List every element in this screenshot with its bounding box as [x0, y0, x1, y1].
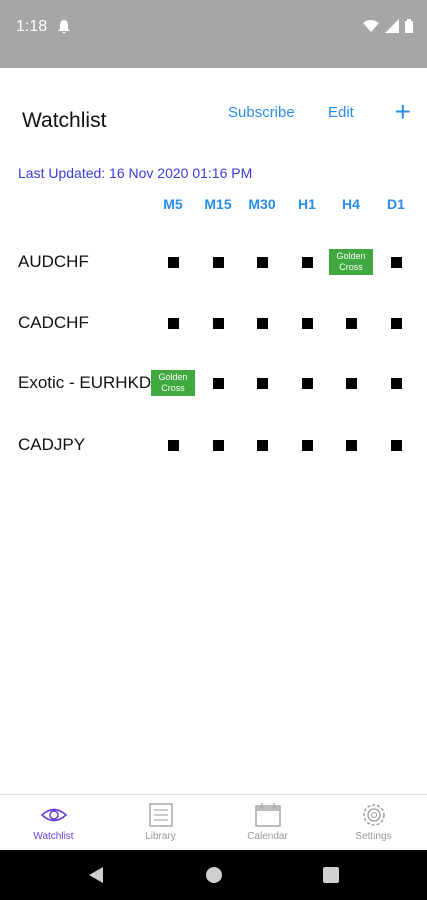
square-marker-icon	[390, 439, 402, 451]
signal-square	[285, 370, 329, 396]
signal-square	[285, 310, 329, 336]
signal-square	[240, 432, 284, 458]
bottom-tab-bar: Watchlist Library Calendar Settings	[0, 794, 427, 851]
app-header: Watchlist Subscribe Edit +	[0, 68, 427, 156]
signal-square	[329, 370, 373, 396]
signal-square	[374, 310, 418, 336]
column-header: D1	[387, 196, 405, 212]
status-icons	[363, 19, 413, 33]
signal-square	[151, 249, 195, 275]
list-icon	[148, 803, 173, 827]
signal-square	[285, 432, 329, 458]
tab-label: Watchlist	[33, 831, 74, 842]
tab-calendar[interactable]: Calendar	[214, 795, 321, 851]
golden-cross-badge: Golden Cross	[151, 370, 195, 396]
square-marker-icon	[301, 377, 313, 389]
square-marker-icon	[212, 439, 224, 451]
square-marker-icon	[301, 439, 313, 451]
signal-square	[374, 370, 418, 396]
square-marker-icon	[256, 439, 268, 451]
row-symbol-label[interactable]: Exotic - EURHKD	[18, 373, 151, 393]
square-marker-icon	[390, 256, 402, 268]
column-header: H1	[298, 196, 316, 212]
status-time: 1:18	[16, 18, 48, 35]
square-marker-icon	[301, 256, 313, 268]
signal-square	[329, 310, 373, 336]
golden-cross-label: Golden Cross	[329, 249, 373, 275]
back-icon[interactable]	[88, 867, 104, 883]
signal-square	[196, 310, 240, 336]
tab-watchlist[interactable]: Watchlist	[0, 795, 107, 851]
last-updated-text: Last Updated: 16 Nov 2020 01:16 PM	[18, 165, 253, 181]
square-marker-icon	[167, 317, 179, 329]
signal-square	[329, 432, 373, 458]
square-marker-icon	[167, 439, 179, 451]
row-symbol-label[interactable]: AUDCHF	[18, 252, 89, 272]
signal-square	[151, 432, 195, 458]
column-header: M15	[204, 196, 232, 212]
edit-button[interactable]: Edit	[328, 104, 354, 121]
tab-label: Settings	[355, 831, 392, 842]
home-icon[interactable]	[205, 866, 223, 884]
signal-square	[151, 310, 195, 336]
tab-label: Calendar	[247, 831, 288, 842]
android-nav-bar	[0, 850, 427, 900]
golden-cross-badge: Golden Cross	[329, 249, 373, 275]
column-header: H4	[342, 196, 360, 212]
add-button[interactable]: +	[395, 98, 411, 126]
square-marker-icon	[212, 317, 224, 329]
signal-square	[374, 432, 418, 458]
signal-square	[240, 249, 284, 275]
square-marker-icon	[390, 317, 402, 329]
signal-square	[285, 249, 329, 275]
square-marker-icon	[256, 256, 268, 268]
golden-cross-line2: Cross	[339, 262, 363, 272]
golden-cross-line1: Golden	[158, 372, 188, 382]
column-header: M30	[248, 196, 276, 212]
gear-icon	[362, 804, 385, 826]
signal-square	[374, 249, 418, 275]
square-marker-icon	[301, 317, 313, 329]
square-marker-icon	[345, 439, 357, 451]
subscribe-button[interactable]: Subscribe	[228, 104, 295, 121]
tab-label: Library	[145, 831, 176, 842]
battery-icon	[405, 19, 413, 33]
status-bar: 1:18	[0, 0, 427, 68]
square-marker-icon	[345, 317, 357, 329]
tab-library[interactable]: Library	[107, 795, 214, 851]
notification-bell-icon	[58, 20, 70, 34]
square-marker-icon	[256, 377, 268, 389]
square-marker-icon	[256, 317, 268, 329]
signal-square	[196, 249, 240, 275]
golden-cross-line2: Cross	[161, 383, 185, 393]
eye-icon	[40, 808, 67, 822]
square-marker-icon	[390, 377, 402, 389]
wifi-icon	[363, 20, 379, 32]
square-marker-icon	[212, 256, 224, 268]
recents-icon[interactable]	[323, 867, 339, 883]
row-symbol-label[interactable]: CADCHF	[18, 313, 89, 333]
tab-settings[interactable]: Settings	[320, 795, 427, 851]
square-marker-icon	[345, 377, 357, 389]
signal-icon	[385, 19, 399, 33]
golden-cross-line1: Golden	[336, 251, 366, 261]
calendar-icon	[254, 803, 281, 827]
golden-cross-label: Golden Cross	[151, 370, 195, 396]
square-marker-icon	[167, 256, 179, 268]
signal-square	[196, 432, 240, 458]
signal-square	[240, 370, 284, 396]
square-marker-icon	[212, 377, 224, 389]
column-header: M5	[163, 196, 183, 212]
signal-square	[240, 310, 284, 336]
signal-square	[196, 370, 240, 396]
row-symbol-label[interactable]: CADJPY	[18, 435, 85, 455]
page-title: Watchlist	[22, 109, 107, 132]
